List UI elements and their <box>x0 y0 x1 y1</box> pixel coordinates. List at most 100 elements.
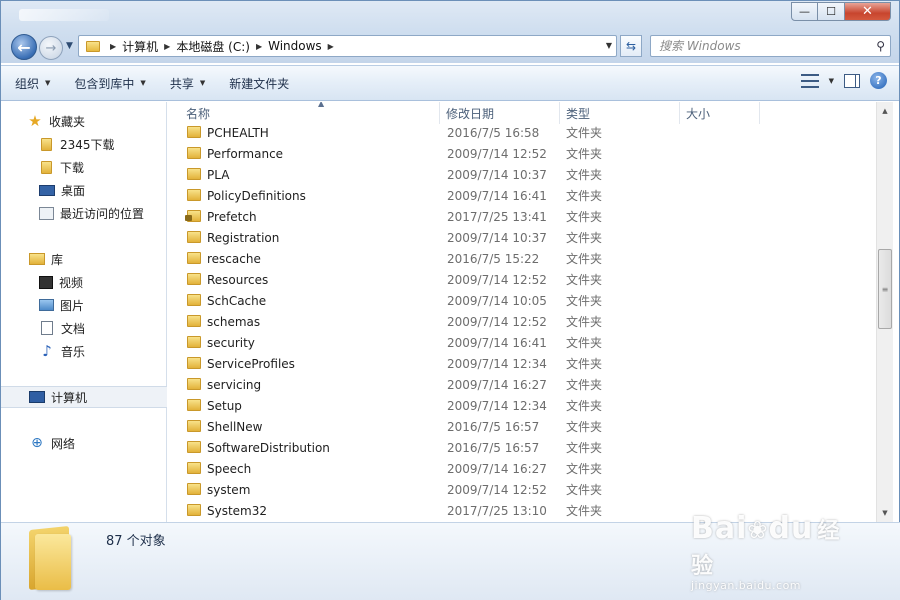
file-type: 文件夹 <box>566 483 603 497</box>
table-row[interactable]: PLA 2009/7/14 10:37 文件夹 <box>168 164 876 185</box>
nav-favorites[interactable]: ★ 收藏夹 <box>1 110 167 132</box>
breadcrumb-windows[interactable]: Windows <box>268 39 322 53</box>
chevron-right-icon[interactable]: ▶ <box>256 42 262 51</box>
file-type: 文件夹 <box>566 420 603 434</box>
picture-icon <box>39 299 54 311</box>
close-button[interactable]: ✕ <box>845 2 891 21</box>
organize-menu[interactable]: 组织 ▼ <box>1 70 60 96</box>
item-count: 87 个对象 <box>106 534 166 549</box>
forward-button[interactable]: → <box>39 36 63 60</box>
breadcrumb-computer[interactable]: 计算机 <box>122 38 158 55</box>
share-label: 共享 <box>169 76 194 91</box>
video-icon <box>39 275 53 289</box>
file-name: SoftwareDistribution <box>207 440 330 455</box>
table-row[interactable]: schemas 2009/7/14 12:52 文件夹 <box>168 311 876 332</box>
file-date: 2016/7/5 16:58 <box>447 125 540 140</box>
table-row[interactable]: Prefetch 2017/7/25 13:41 文件夹 <box>168 206 876 227</box>
nav-item-downloads[interactable]: 下载 <box>1 156 167 178</box>
table-row[interactable]: Resources 2009/7/14 12:52 文件夹 <box>168 269 876 290</box>
file-type: 文件夹 <box>566 252 603 266</box>
table-row[interactable]: system 2009/7/14 12:52 文件夹 <box>168 479 876 500</box>
column-header-size-label: 大小 <box>686 106 711 121</box>
address-history-dropdown[interactable]: ▼ <box>606 41 612 50</box>
column-header-name[interactable]: 名称 ▲ <box>180 102 440 124</box>
nav-item-label: 2345下载 <box>60 137 115 152</box>
nav-item-recent-places[interactable]: 最近访问的位置 <box>1 202 167 224</box>
search-icon[interactable]: ⚲ <box>876 39 885 53</box>
nav-network[interactable]: ⊕ 网络 <box>1 432 167 454</box>
nav-computer[interactable]: 计算机 <box>1 386 167 408</box>
file-date: 2009/7/14 12:52 <box>447 272 547 287</box>
file-type: 文件夹 <box>566 273 603 287</box>
table-row[interactable]: Performance 2009/7/14 12:52 文件夹 <box>168 143 876 164</box>
scroll-up-button[interactable]: ▲ <box>877 104 893 118</box>
preview-pane-icon[interactable] <box>844 73 860 88</box>
minimize-button[interactable]: — <box>791 2 818 21</box>
folder-icon <box>187 252 201 264</box>
column-header-type[interactable]: 类型 <box>560 102 680 124</box>
refresh-button[interactable]: ⇆ <box>620 35 642 57</box>
table-row[interactable]: ShellNew 2016/7/5 16:57 文件夹 <box>168 416 876 437</box>
table-row[interactable]: PCHEALTH 2016/7/5 16:58 文件夹 <box>168 122 876 143</box>
nav-item-pictures[interactable]: 图片 <box>1 294 167 316</box>
chevron-right-icon[interactable]: ▶ <box>110 42 116 51</box>
star-icon: ★ <box>28 112 42 130</box>
address-bar[interactable]: ▶ 计算机 ▶ 本地磁盘 (C:) ▶ Windows ▶ ▼ <box>78 35 617 57</box>
nav-item-desktop[interactable]: 桌面 <box>1 179 167 201</box>
table-row[interactable]: PolicyDefinitions 2009/7/14 16:41 文件夹 <box>168 185 876 206</box>
nav-item-videos[interactable]: 视频 <box>1 271 167 293</box>
table-row[interactable]: servicing 2009/7/14 16:27 文件夹 <box>168 374 876 395</box>
share-menu[interactable]: 共享 ▼ <box>156 70 215 96</box>
column-header-date[interactable]: 修改日期 <box>440 102 560 124</box>
search-box[interactable]: ⚲ <box>650 35 891 57</box>
file-type: 文件夹 <box>566 168 603 182</box>
file-name: SchCache <box>207 293 267 308</box>
nav-item-2345-downloads[interactable]: 2345下载 <box>1 133 167 155</box>
view-options-dropdown[interactable]: ▼ <box>829 77 834 85</box>
file-type: 文件夹 <box>566 357 603 371</box>
nav-item-label: 视频 <box>59 275 84 290</box>
change-view-icon[interactable] <box>800 73 819 88</box>
nav-item-documents[interactable]: 文档 <box>1 317 167 339</box>
nav-item-music[interactable]: ♪ 音乐 <box>1 340 167 362</box>
file-date: 2009/7/14 16:41 <box>447 335 547 350</box>
folder-icon <box>41 137 52 151</box>
paw-icon: ❀ <box>747 516 769 544</box>
column-header-date-label: 修改日期 <box>446 106 495 121</box>
scroll-down-button[interactable]: ▼ <box>877 506 893 520</box>
chevron-right-icon[interactable]: ▶ <box>328 42 334 51</box>
table-row[interactable]: Registration 2009/7/14 10:37 文件夹 <box>168 227 876 248</box>
back-button[interactable]: ← <box>11 34 37 60</box>
file-date: 2009/7/14 16:27 <box>447 377 547 392</box>
include-in-library-menu[interactable]: 包含到库中 ▼ <box>60 70 155 96</box>
folder-icon <box>187 441 201 453</box>
vertical-scrollbar[interactable]: ▲ ≡ ▼ <box>876 102 893 522</box>
new-folder-button[interactable]: 新建文件夹 <box>215 70 299 96</box>
table-row[interactable]: SchCache 2009/7/14 10:05 文件夹 <box>168 290 876 311</box>
table-row[interactable]: Speech 2009/7/14 16:27 文件夹 <box>168 458 876 479</box>
navigation-pane: ★ 收藏夹 2345下载 下载 桌面 最近访问的位置 库 视频 图片 文档 ♪ … <box>1 102 167 522</box>
file-date: 2016/7/5 15:22 <box>447 251 540 266</box>
scroll-thumb[interactable]: ≡ <box>878 249 892 329</box>
table-row[interactable]: SoftwareDistribution 2016/7/5 16:57 文件夹 <box>168 437 876 458</box>
file-name: Prefetch <box>207 209 257 224</box>
file-name: schemas <box>207 314 261 329</box>
file-date: 2009/7/14 10:37 <box>447 230 547 245</box>
table-row[interactable]: rescache 2016/7/5 15:22 文件夹 <box>168 248 876 269</box>
table-row[interactable]: Setup 2009/7/14 12:34 文件夹 <box>168 395 876 416</box>
file-type: 文件夹 <box>566 147 603 161</box>
table-row[interactable]: ServiceProfiles 2009/7/14 12:34 文件夹 <box>168 353 876 374</box>
folder-icon <box>187 336 201 348</box>
breadcrumb-local-disk[interactable]: 本地磁盘 (C:) <box>176 38 250 55</box>
column-header-size[interactable]: 大小 <box>680 102 760 124</box>
file-type: 文件夹 <box>566 504 603 518</box>
table-row[interactable]: security 2009/7/14 16:41 文件夹 <box>168 332 876 353</box>
chevron-right-icon[interactable]: ▶ <box>164 42 170 51</box>
maximize-button[interactable]: ☐ <box>818 2 845 21</box>
column-header-name-label: 名称 <box>186 106 211 121</box>
search-input[interactable] <box>659 37 869 55</box>
recent-pages-dropdown[interactable]: ▼ <box>66 41 73 51</box>
nav-library[interactable]: 库 <box>1 248 167 270</box>
music-icon: ♪ <box>42 342 52 360</box>
help-icon[interactable]: ? <box>870 72 887 89</box>
